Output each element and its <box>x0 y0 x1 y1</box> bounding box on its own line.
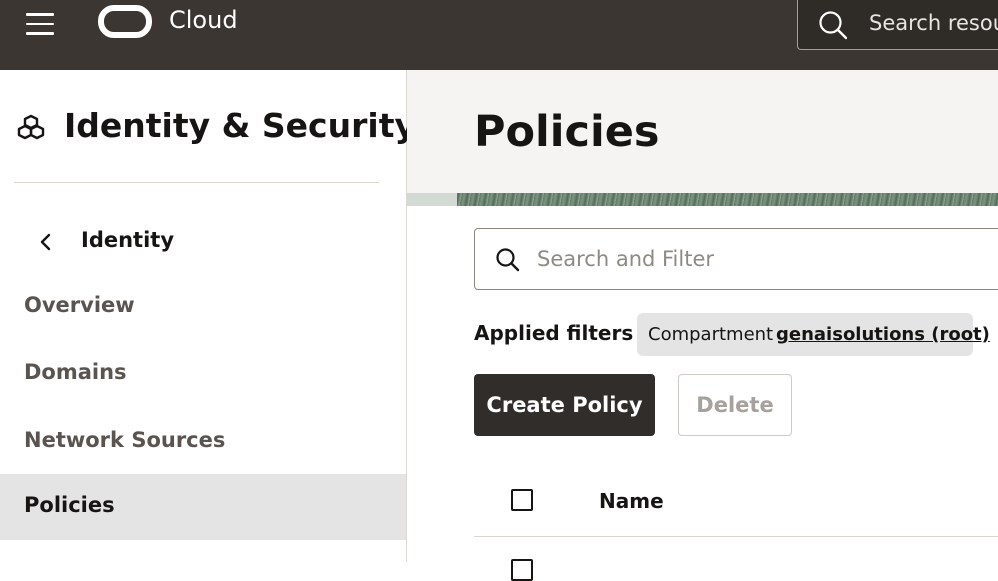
create-policy-button[interactable]: Create Policy <box>474 374 655 436</box>
sidebar-item-label: Overview <box>24 293 135 317</box>
chip-key: Compartment <box>648 324 774 345</box>
row-checkbox[interactable] <box>511 559 533 581</box>
chevron-left-icon <box>38 233 52 255</box>
section-title: Identity & Security <box>64 106 416 145</box>
page-title: Policies <box>474 107 660 157</box>
back-link-label: Identity <box>81 228 175 252</box>
page-header: Policies <box>407 70 998 193</box>
global-search-placeholder: Search resou <box>869 11 998 35</box>
applied-filters-label: Applied filters <box>474 321 634 345</box>
compartment-filter-chip[interactable]: Compartment genaisolutions (root) <box>637 313 990 356</box>
filter-placeholder: Search and Filter <box>537 247 715 271</box>
table-header: Name <box>474 470 998 537</box>
sidebar-item-label: Policies <box>24 493 115 517</box>
column-header-name[interactable]: Name <box>599 489 664 513</box>
sidebar-divider <box>14 182 379 183</box>
brand-label: Cloud <box>169 6 238 34</box>
delete-button: Delete <box>678 374 792 436</box>
sidebar-item-label: Network Sources <box>24 428 226 452</box>
sidebar-item-label: Domains <box>24 360 127 384</box>
global-search-input[interactable]: Search resou <box>797 0 998 50</box>
search-and-filter-input[interactable]: Search and Filter <box>474 228 998 290</box>
oracle-logo[interactable] <box>98 5 152 38</box>
cubes-icon <box>16 114 46 146</box>
sidebar-item-domains[interactable]: Domains <box>0 341 406 407</box>
hamburger-menu-icon[interactable] <box>26 13 54 35</box>
sidebar-item-policies[interactable]: Policies <box>0 474 406 540</box>
compartment-link[interactable]: genaisolutions (root) <box>776 324 990 345</box>
top-bar: Cloud Search resou <box>0 0 998 70</box>
sidebar: Identity & Security Identity Overview Do… <box>0 70 416 562</box>
header-pattern-banner <box>407 193 998 206</box>
select-all-checkbox[interactable] <box>511 489 533 511</box>
search-icon <box>495 247 521 277</box>
back-to-identity-link[interactable]: Identity <box>0 218 406 266</box>
main-content: Policies Search and Filter Applied filte… <box>407 70 998 581</box>
sidebar-item-overview[interactable]: Overview <box>0 274 406 340</box>
sidebar-item-network-sources[interactable]: Network Sources <box>0 409 406 475</box>
search-icon <box>818 10 848 44</box>
